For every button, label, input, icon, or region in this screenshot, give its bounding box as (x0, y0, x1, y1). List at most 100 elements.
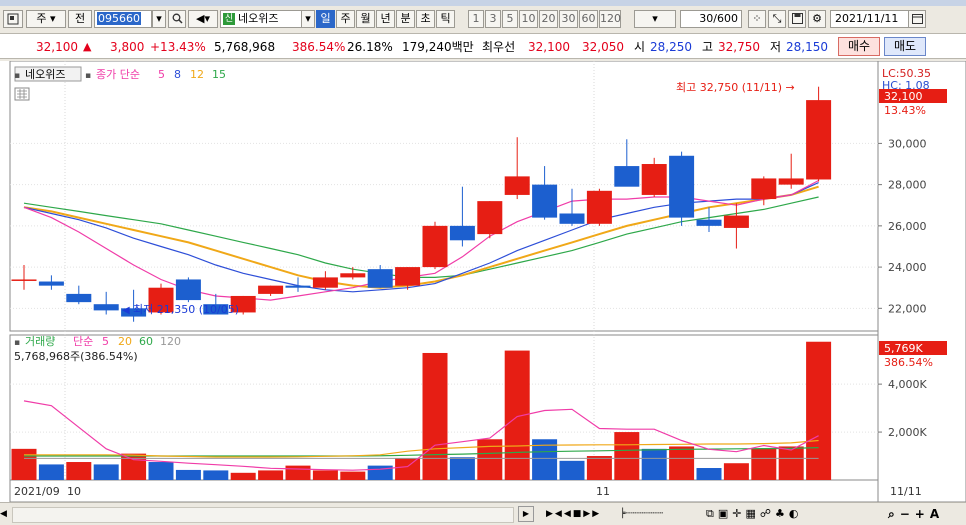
chart-area[interactable]: 22,000 24,000 26,000 28,000 30,000 2,000K 4,00… (0, 60, 966, 503)
candle-body (422, 225, 448, 268)
volume-ratio: 386.54% (292, 40, 346, 54)
scroll-left-icon[interactable]: ◀ (0, 507, 10, 521)
low-price: 28,150 (786, 40, 828, 54)
interval-button-10[interactable]: 10 (519, 10, 538, 28)
legend-ma-period: 12 (190, 68, 204, 81)
interval-button-3[interactable]: 3 (485, 10, 501, 28)
candle-body (93, 304, 119, 311)
volume-pct-tag: 386.54% (884, 356, 933, 369)
interval-button-30[interactable]: 30 (559, 10, 578, 28)
volume-bar (669, 446, 695, 480)
speaker-icon[interactable]: ◀▾ (188, 10, 218, 28)
candle-body (449, 225, 475, 241)
volume-value: 5,768,968 (214, 40, 276, 54)
stock-chart[interactable]: 22,000 24,000 26,000 28,000 30,000 2,000K 4,00… (0, 60, 966, 503)
playback-controls[interactable]: ▶◀◀■▶▶ (546, 506, 616, 522)
volume-bar (696, 468, 722, 480)
candle-body (175, 279, 201, 301)
candle-body (11, 279, 37, 281)
scroll-right-icon[interactable]: ▶ (518, 506, 534, 522)
prefix-label[interactable]: 전 (68, 10, 92, 28)
stock-name-field[interactable]: 신 네오위즈 (220, 10, 312, 28)
count-input[interactable]: 30/600 (680, 10, 742, 28)
candle-body (340, 273, 366, 278)
low-marker-icon: ◀ (122, 305, 130, 316)
period-tab-4[interactable]: 분 (396, 10, 415, 28)
search-icon[interactable] (168, 10, 186, 28)
zoom-slider[interactable]: ╞┄┄┄┄┄┄┄ (620, 506, 700, 522)
x-label-end: 11/11 (890, 485, 922, 498)
chevron-down-icon[interactable]: ▾ (152, 10, 166, 28)
horizontal-scrollbar[interactable] (12, 507, 514, 523)
high-label: 고 (702, 40, 714, 54)
legend-vol-ma-title: 단순 (73, 335, 93, 348)
x-label-nov: 11 (596, 485, 610, 498)
interval-button-120[interactable]: 120 (599, 10, 621, 28)
price-change: 3,800 (110, 40, 145, 54)
best-ask: 32,100 (528, 40, 570, 54)
legend-ma-title: 종가 단순 (96, 68, 140, 81)
x-label-oct: 10 (67, 485, 81, 498)
legend-volume-title: 거래량 (25, 335, 55, 348)
legend-stock-name: 네오위즈 (25, 68, 65, 81)
price-tag: 32,100 (884, 90, 923, 103)
low-label: 저 (770, 40, 782, 54)
best-quote-label: 최우선 (482, 40, 516, 54)
volume-bar (477, 439, 503, 480)
chevron-down-icon[interactable]: ▾ (301, 10, 315, 28)
volume-bar (258, 470, 284, 480)
candle-body (312, 277, 338, 288)
legend-bullet-icon: ▪ (85, 71, 91, 81)
price-tick-label: 22,000 (888, 302, 927, 315)
volume-bar (723, 463, 749, 480)
volume-bar (751, 448, 777, 480)
chart-type-select[interactable]: 주 ▾ (26, 10, 66, 28)
price-tick-label: 26,000 (888, 220, 927, 233)
settings-dots-icon[interactable]: ⁘ (748, 10, 766, 28)
stock-code-input[interactable]: 095660 (94, 10, 152, 28)
volume-bar (38, 464, 64, 480)
new-listing-badge: 신 (223, 13, 235, 25)
volume-bar (422, 352, 448, 480)
high-price: 32,750 (718, 40, 760, 54)
period-tab-1[interactable]: 주 (336, 10, 355, 28)
volume-bar (395, 458, 421, 480)
legend-vol-ma-period: 5 (102, 335, 109, 348)
layout-icon[interactable] (3, 10, 23, 28)
zoom-icon[interactable]: ⤡ (768, 10, 786, 28)
volume-tick-label: 2,000K (888, 426, 927, 439)
x-axis-panel (9, 479, 879, 503)
chart-toolbar: 주 ▾ 전 095660 ▾ ◀▾ 신 네오위즈 ▾ 일주월년분초틱 1 3 5 10… (0, 6, 966, 34)
calendar-icon[interactable] (908, 10, 926, 28)
price-tick-label: 24,000 (888, 261, 927, 274)
unit-select[interactable]: ▾ (634, 10, 676, 28)
gear-icon[interactable]: ⚙ (808, 10, 826, 28)
price-pct-tag: 13.43% (884, 104, 926, 117)
buy-button[interactable]: 매수 (838, 37, 880, 56)
zoom-buttons[interactable]: ⌕−+A (888, 506, 964, 522)
period-tab-3[interactable]: 년 (376, 10, 395, 28)
interval-button-1[interactable]: 1 (468, 10, 484, 28)
save-icon[interactable] (788, 10, 806, 28)
price-info-bar: 32,100 ▲ 3,800 +13.43% 5,768,968 386.54%… (0, 34, 966, 59)
period-tab-6[interactable]: 틱 (436, 10, 455, 28)
legend-ma-period: 15 (212, 68, 226, 81)
candle-body (751, 178, 777, 200)
legend-vol-ma-period: 120 (160, 335, 181, 348)
price-change-pct: +13.43% (150, 40, 206, 54)
volume-bar (148, 462, 174, 480)
chart-tools-icons[interactable]: ⧉▣✛▦☍♣◐ (706, 506, 886, 522)
volume-bar (11, 448, 37, 480)
sell-button[interactable]: 매도 (884, 37, 926, 56)
candle-body (532, 184, 558, 218)
volume-tag: 5,769K (884, 342, 923, 355)
interval-button-60[interactable]: 60 (579, 10, 598, 28)
interval-button-20[interactable]: 20 (539, 10, 558, 28)
period-tab-2[interactable]: 월 (356, 10, 375, 28)
candle-body (806, 100, 832, 180)
candle-body (504, 176, 530, 195)
period-tab-0[interactable]: 일 (316, 10, 335, 28)
interval-button-5[interactable]: 5 (502, 10, 518, 28)
open-price: 28,250 (650, 40, 692, 54)
period-tab-5[interactable]: 초 (416, 10, 435, 28)
